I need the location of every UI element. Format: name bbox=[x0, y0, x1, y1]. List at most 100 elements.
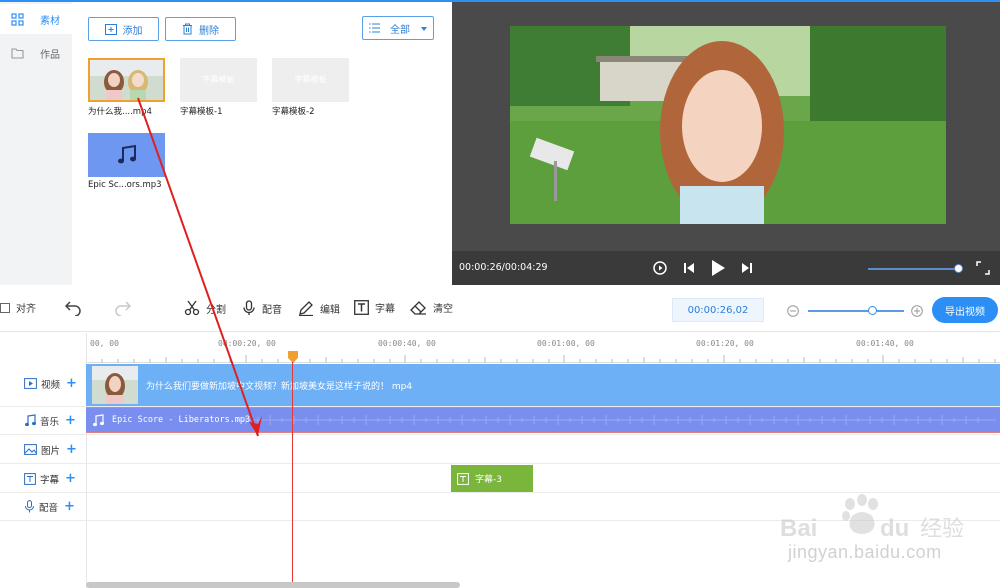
media-library: 添加 删除 全部 为什么我....mp4 字幕模板 字幕模板-1 字幕模板 字幕… bbox=[72, 2, 450, 285]
media-item-audio-thumb[interactable] bbox=[88, 133, 165, 177]
dub-label: 配音 bbox=[262, 304, 282, 316]
left-nav: 素材 作品 bbox=[0, 2, 72, 285]
add-music-plus-icon[interactable]: + bbox=[65, 413, 76, 428]
track-label-text: 视频 bbox=[41, 379, 61, 391]
audio-waveform bbox=[236, 415, 996, 425]
add-video-plus-icon[interactable]: + bbox=[66, 376, 77, 391]
nav-item-label: 作品 bbox=[40, 49, 60, 61]
grid-icon bbox=[10, 12, 24, 26]
track-label-subtitle: 字幕 + bbox=[24, 471, 76, 486]
zoom-slider-thumb[interactable] bbox=[868, 306, 877, 315]
track-divider bbox=[0, 463, 1000, 464]
fullscreen-icon[interactable] bbox=[976, 261, 990, 275]
baidu-logo: Bai du 经验 bbox=[780, 494, 964, 542]
video-thumbnail bbox=[90, 60, 163, 100]
track-label-video: 视频 + bbox=[24, 376, 77, 391]
volume-slider-thumb[interactable] bbox=[954, 264, 963, 273]
play-icon[interactable] bbox=[710, 259, 726, 277]
ruler-label: 00:00:40, 00 bbox=[378, 339, 436, 348]
track-divider bbox=[0, 434, 1000, 435]
video-clip[interactable]: 为什么我们要做新加坡中文视频？新加坡美女是这样子说的！ mp4 bbox=[86, 364, 1000, 406]
playhead-line bbox=[292, 362, 293, 584]
timeline-horizontal-scrollbar[interactable] bbox=[86, 582, 460, 588]
text-icon bbox=[24, 472, 36, 485]
zoom-in-icon[interactable] bbox=[911, 305, 923, 317]
subtitle-clip-label: 字幕-3 bbox=[475, 475, 502, 485]
track-label-music: 音乐 + bbox=[24, 413, 76, 428]
zoom-slider[interactable] bbox=[808, 306, 904, 315]
split-label: 分割 bbox=[206, 304, 226, 316]
track-label-text: 字幕 bbox=[40, 474, 60, 486]
add-dub-plus-icon[interactable]: + bbox=[64, 499, 75, 514]
subtitle-placeholder-text: 字幕模板 bbox=[294, 75, 327, 84]
nav-item-works[interactable]: 作品 bbox=[0, 38, 72, 68]
subtitle-label: 字幕 bbox=[375, 304, 395, 315]
dub-button[interactable]: 配音 bbox=[242, 300, 282, 316]
volume-slider[interactable] bbox=[868, 264, 963, 273]
svg-text:Bai: Bai bbox=[780, 515, 817, 542]
media-item-subtitle-thumb[interactable]: 字幕模板 bbox=[272, 58, 349, 102]
export-video-button[interactable]: 导出视频 bbox=[932, 297, 998, 323]
align-checkbox[interactable]: 对齐 bbox=[0, 300, 36, 315]
media-item-subtitle-thumb[interactable]: 字幕模板 bbox=[180, 58, 257, 102]
previous-icon[interactable] bbox=[682, 261, 696, 275]
media-item-video-thumb[interactable] bbox=[88, 58, 165, 102]
clear-button[interactable]: 清空 bbox=[410, 300, 453, 315]
add-image-plus-icon[interactable]: + bbox=[66, 442, 77, 457]
media-item-label: 字幕模板-1 bbox=[180, 107, 223, 117]
timeline-ruler[interactable]: 00, 00 00:00:20, 00 00:00:40, 00 00:01:0… bbox=[86, 333, 1000, 363]
subtitle-placeholder-text: 字幕模板 bbox=[202, 75, 235, 84]
ruler-label: 00:01:00, 00 bbox=[537, 339, 595, 348]
filter-dropdown[interactable]: 全部 bbox=[362, 16, 434, 40]
eraser-icon bbox=[410, 301, 426, 315]
playhead-handle[interactable] bbox=[288, 351, 298, 363]
nav-item-materials[interactable]: 素材 bbox=[0, 4, 72, 34]
svg-text:经验: 经验 bbox=[920, 517, 964, 542]
replay-icon[interactable] bbox=[652, 260, 668, 276]
undo-icon[interactable] bbox=[64, 300, 82, 316]
subtitle-button[interactable]: 字幕 bbox=[354, 300, 395, 315]
pencil-icon bbox=[299, 301, 313, 316]
media-item-label: 为什么我....mp4 bbox=[88, 107, 152, 117]
media-item-label: 字幕模板-2 bbox=[272, 107, 315, 117]
music-note-icon bbox=[93, 414, 104, 427]
ruler-label: 00:01:40, 00 bbox=[856, 339, 914, 348]
filter-label: 全部 bbox=[390, 24, 410, 36]
mic-icon bbox=[25, 500, 34, 513]
redo-icon[interactable] bbox=[114, 300, 132, 316]
add-button[interactable]: 添加 bbox=[88, 17, 159, 41]
edit-label: 编辑 bbox=[320, 304, 340, 316]
ruler-label: 00:00:20, 00 bbox=[218, 339, 276, 348]
text-box-icon bbox=[457, 472, 469, 485]
audio-clip[interactable]: Epic Score - Liberators.mp3 bbox=[86, 407, 1000, 433]
video-clip-title: 为什么我们要做新加坡中文视频？新加坡美女是这样子说的！ mp4 bbox=[146, 382, 413, 392]
image-icon bbox=[24, 444, 37, 455]
scissors-icon bbox=[184, 300, 200, 316]
svg-text:du: du bbox=[880, 515, 909, 542]
delete-button[interactable]: 删除 bbox=[165, 17, 236, 41]
current-time-display[interactable]: 00:00:26,02 bbox=[672, 298, 764, 322]
video-preview: 00:00:26/00:04:29 bbox=[452, 2, 1000, 285]
list-icon bbox=[369, 23, 380, 33]
next-icon[interactable] bbox=[740, 261, 754, 275]
playback-controls: 00:00:26/00:04:29 bbox=[452, 251, 1000, 285]
watermark-url: jingyan.baidu.com bbox=[788, 542, 942, 562]
audio-clip-title: Epic Score - Liberators.mp3 bbox=[112, 415, 251, 425]
split-button[interactable]: 分割 bbox=[184, 300, 226, 316]
folder-icon bbox=[10, 46, 24, 60]
delete-button-label: 删除 bbox=[199, 25, 219, 37]
track-label-image: 图片 + bbox=[24, 442, 77, 457]
zoom-out-icon[interactable] bbox=[787, 305, 799, 317]
align-label: 对齐 bbox=[16, 304, 36, 315]
clear-label: 清空 bbox=[433, 304, 453, 315]
music-icon bbox=[25, 414, 36, 427]
edit-button[interactable]: 编辑 bbox=[298, 300, 340, 316]
video-clip-thumbnail bbox=[92, 366, 138, 404]
preview-frame[interactable] bbox=[510, 26, 946, 224]
subtitle-clip[interactable]: 字幕-3 bbox=[451, 465, 533, 492]
trash-icon bbox=[183, 23, 192, 35]
add-button-label: 添加 bbox=[122, 25, 143, 37]
add-subtitle-plus-icon[interactable]: + bbox=[65, 471, 76, 486]
playback-time: 00:00:26/00:04:29 bbox=[459, 262, 548, 273]
ruler-label: 00:01:20, 00 bbox=[696, 339, 754, 348]
